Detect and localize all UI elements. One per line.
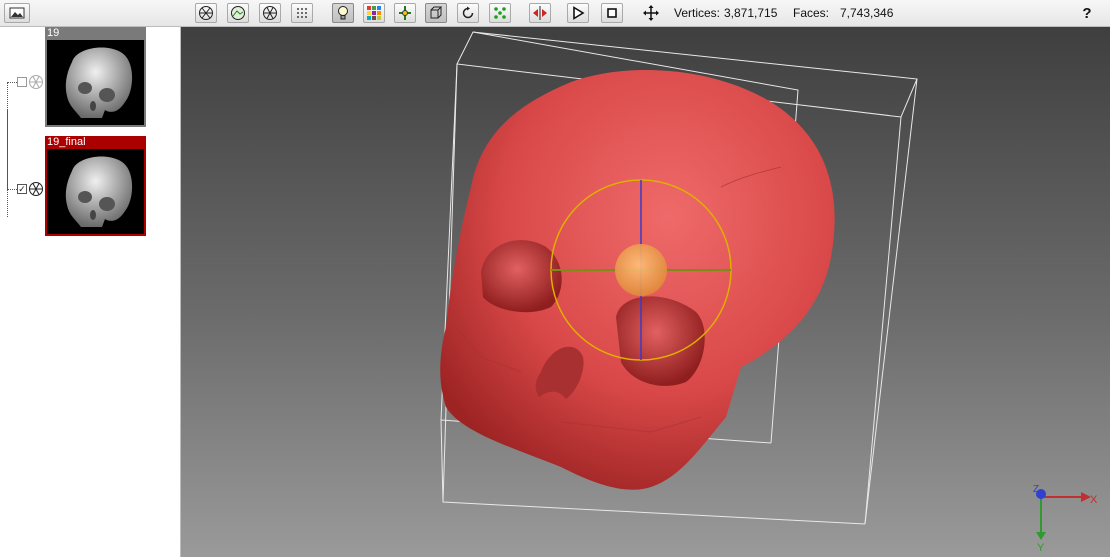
wireframe-icon[interactable] (195, 3, 217, 23)
layer-card-selected[interactable]: 19_final (45, 136, 146, 236)
help-label: ? (1082, 4, 1092, 22)
3d-scene: X Y Z (440, 31, 1098, 554)
layer-visibility-checkbox[interactable]: ✓ (17, 184, 27, 194)
delete-icon[interactable] (529, 3, 551, 23)
layer-visibility-checkbox[interactable] (17, 77, 27, 87)
tree-line (7, 82, 9, 190)
box-icon[interactable] (425, 3, 447, 23)
faces-label: Faces: (793, 6, 830, 20)
axis-x-label: X (1090, 494, 1098, 506)
axis-gizmo: X Y Z (1033, 484, 1098, 554)
3d-viewport[interactable]: X Y Z (181, 27, 1110, 557)
layer-name: 19 (47, 27, 60, 39)
rotate-icon[interactable] (457, 3, 479, 23)
textured-icon[interactable] (227, 3, 249, 23)
vertices-value: 3,871,715 (724, 6, 778, 20)
wireframe-icon[interactable] (28, 74, 44, 93)
color-grid-icon[interactable] (363, 3, 385, 23)
snapshot-icon[interactable] (4, 3, 30, 23)
layer-thumbnail (47, 40, 144, 125)
layer-thumbnail (47, 149, 144, 234)
layer-name: 19_final (47, 136, 86, 148)
stop-icon[interactable] (601, 3, 623, 23)
points-icon[interactable] (291, 3, 313, 23)
light-icon[interactable] (332, 3, 354, 23)
layer-card[interactable]: 19 (45, 27, 146, 127)
axis-z-label: Z (1033, 484, 1039, 495)
vertices-label: Vertices: (674, 6, 721, 20)
pick-icon[interactable] (394, 3, 416, 23)
move-icon[interactable] (640, 3, 662, 23)
axis-y-label: Y (1037, 542, 1045, 554)
smooth-icon[interactable] (259, 3, 281, 23)
wireframe-icon[interactable] (28, 181, 44, 200)
vertex-select-icon[interactable] (489, 3, 511, 23)
help-icon[interactable]: ? (1072, 3, 1102, 23)
faces-value: 7,743,346 (840, 6, 894, 20)
play-icon[interactable] (567, 3, 589, 23)
layer-panel: 19 ✓ 19_final (0, 27, 181, 557)
main-toolbar: Vertices: 3,871,715 Faces: 7,743,346 ? (0, 0, 1110, 27)
